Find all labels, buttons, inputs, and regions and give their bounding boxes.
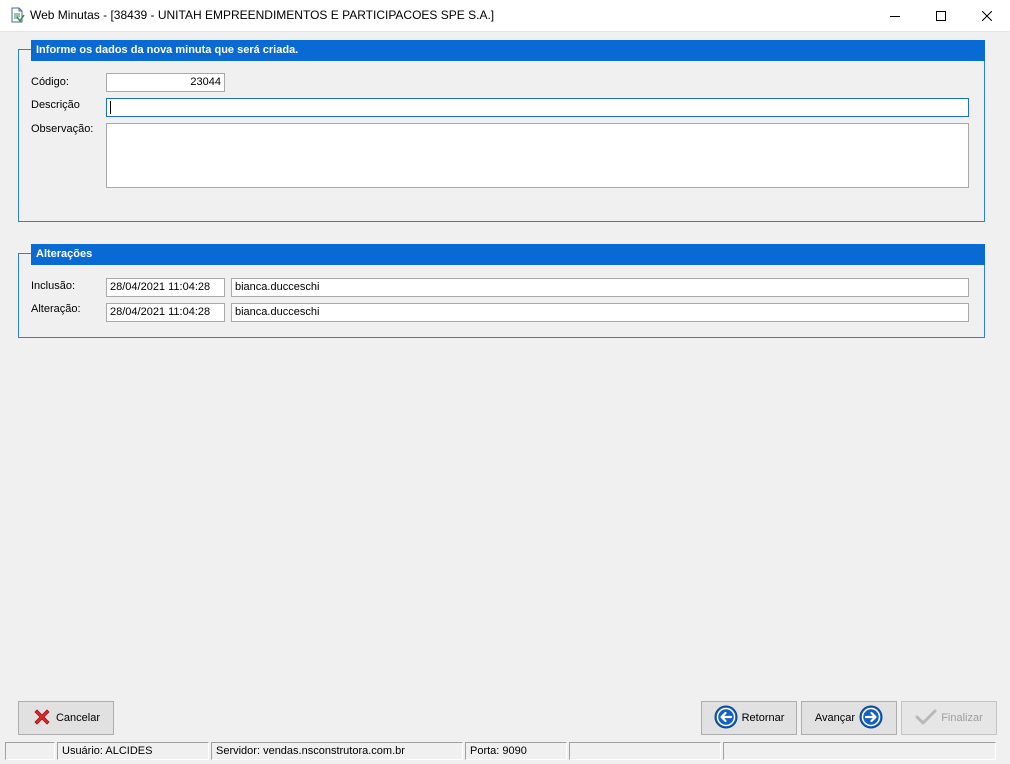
maximize-icon bbox=[936, 10, 946, 21]
next-label: Avançar bbox=[814, 712, 856, 724]
status-cell-empty-2 bbox=[569, 742, 721, 760]
document-icon bbox=[9, 7, 25, 23]
maximize-button[interactable] bbox=[918, 0, 964, 31]
status-cell-empty-1 bbox=[5, 742, 55, 760]
minimize-button[interactable] bbox=[872, 0, 918, 31]
alteracao-user-field[interactable]: bianca.ducceschi bbox=[231, 303, 969, 322]
cancel-label: Cancelar bbox=[55, 712, 101, 724]
alteracao-label: Alteração: bbox=[31, 303, 81, 315]
back-button[interactable]: Retornar bbox=[701, 701, 797, 735]
status-cell-empty-3 bbox=[723, 742, 996, 760]
minimize-icon bbox=[890, 15, 900, 17]
new-minuta-header: Informe os dados da nova minuta que será… bbox=[31, 40, 985, 61]
cancel-button[interactable]: Cancelar bbox=[18, 701, 114, 735]
red-x-icon bbox=[32, 707, 52, 730]
close-icon bbox=[982, 10, 992, 21]
descricao-label: Descrição bbox=[31, 99, 80, 111]
window-title: Web Minutas - [38439 - UNITAH EMPREENDIM… bbox=[30, 8, 495, 22]
back-label: Retornar bbox=[741, 712, 785, 724]
codigo-field[interactable]: 23044 bbox=[106, 73, 225, 92]
arrow-right-circle-icon bbox=[859, 705, 883, 732]
inclusao-user-field[interactable]: bianca.ducceschi bbox=[231, 278, 969, 297]
descricao-input[interactable] bbox=[106, 98, 969, 117]
checkmark-icon bbox=[915, 709, 937, 728]
finish-label: Finalizar bbox=[941, 712, 983, 724]
changes-header: Alterações bbox=[31, 244, 985, 265]
next-button[interactable]: Avançar bbox=[801, 701, 897, 735]
status-server: Servidor: vendas.nsconstrutora.com.br bbox=[211, 742, 463, 760]
inclusao-label: Inclusão: bbox=[31, 280, 76, 292]
status-user: Usuário: ALCIDES bbox=[57, 742, 209, 760]
close-button[interactable] bbox=[964, 0, 1010, 31]
observacao-label: Observação: bbox=[31, 123, 94, 135]
observacao-textarea[interactable] bbox=[106, 123, 969, 188]
inclusao-date-field[interactable]: 28/04/2021 11:04:28 bbox=[106, 278, 225, 297]
alteracao-date-field[interactable]: 28/04/2021 11:04:28 bbox=[106, 303, 225, 322]
title-bar: Web Minutas - [38439 - UNITAH EMPREENDIM… bbox=[0, 0, 1010, 32]
text-caret bbox=[110, 101, 111, 114]
arrow-left-circle-icon bbox=[714, 705, 738, 732]
finish-button[interactable]: Finalizar bbox=[901, 701, 997, 735]
status-port: Porta: 9090 bbox=[465, 742, 567, 760]
status-bar: Usuário: ALCIDES Servidor: vendas.nscons… bbox=[0, 740, 1010, 764]
codigo-label: Código: bbox=[31, 76, 69, 88]
